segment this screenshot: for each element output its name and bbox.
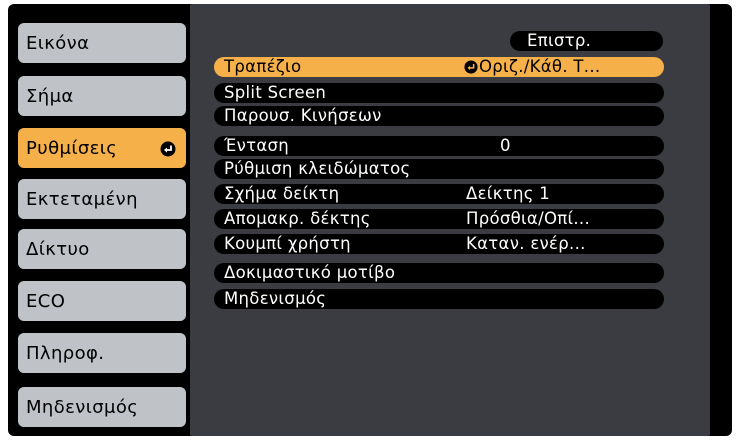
row-value: Καταν. ενέρ...	[466, 234, 586, 253]
row-label: Ρύθμιση κλειδώματος	[224, 159, 411, 178]
row-value: Πρόσθια/Οπί...	[466, 209, 590, 228]
tab-label: Ρυθμίσεις	[26, 137, 118, 159]
tab-label: Εκτεταμένη	[26, 188, 138, 210]
tab-settings[interactable]: Ρυθμίσεις	[18, 128, 186, 168]
tab-image[interactable]: Εικόνα	[18, 23, 186, 63]
menu-row-reset[interactable]: Μηδενισμός	[214, 289, 664, 309]
row-label: Μηδενισμός	[224, 289, 327, 308]
row-label: Παρουσ. Κινήσεων	[224, 106, 382, 125]
tab-eco[interactable]: ECO	[18, 281, 186, 321]
row-label: Ένταση	[224, 136, 290, 155]
row-value: 0	[500, 136, 511, 155]
row-label: Κουμπί χρήστη	[224, 234, 351, 253]
tab-label: Μηδενισμός	[26, 396, 139, 418]
enter-icon	[464, 60, 478, 74]
row-label: Σχήμα δείκτη	[224, 184, 340, 203]
row-value: Οριζ./Κάθ. Τ...	[464, 57, 600, 77]
tab-reset[interactable]: Μηδενισμός	[18, 387, 186, 427]
menu-row-split-screen[interactable]: Split Screen	[214, 83, 664, 103]
menu-row-keystone[interactable]: Τραπέζιο Οριζ./Κάθ. Τ...	[214, 57, 664, 77]
menu-row-volume[interactable]: Ένταση 0	[214, 136, 664, 156]
tab-label: Δίκτυο	[26, 238, 90, 260]
tab-network[interactable]: Δίκτυο	[18, 229, 186, 269]
menu-row-pointer-shape[interactable]: Σχήμα δείκτη Δείκτης 1	[214, 184, 664, 204]
tab-signal[interactable]: Σήμα	[18, 76, 186, 116]
menu-row-movie-presentation[interactable]: Παρουσ. Κινήσεων	[214, 106, 664, 126]
row-label: Τραπέζιο	[224, 57, 302, 76]
return-label: Επιστρ.	[527, 31, 592, 50]
row-label: Δοκιμαστικό μοτίβο	[224, 263, 396, 282]
tab-label: Εικόνα	[26, 32, 90, 54]
tab-label: Πληροφ.	[26, 342, 105, 364]
row-label: Απομακρ. δέκτης	[224, 209, 371, 228]
menu-row-test-pattern[interactable]: Δοκιμαστικό μοτίβο	[214, 263, 664, 283]
tab-label: ECO	[26, 290, 66, 312]
row-label: Split Screen	[224, 83, 327, 102]
tab-info[interactable]: Πληροφ.	[18, 333, 186, 373]
return-button[interactable]: Επιστρ.	[510, 31, 663, 51]
row-value: Δείκτης 1	[466, 184, 551, 203]
menu-row-user-button[interactable]: Κουμπί χρήστη Καταν. ενέρ...	[214, 234, 664, 254]
menu-row-remote-receiver[interactable]: Απομακρ. δέκτης Πρόσθια/Οπί...	[214, 209, 664, 229]
tab-extended[interactable]: Εκτεταμένη	[18, 179, 186, 219]
enter-icon	[160, 141, 176, 162]
menu-row-lock-settings[interactable]: Ρύθμιση κλειδώματος	[214, 159, 664, 179]
tab-label: Σήμα	[26, 85, 74, 107]
